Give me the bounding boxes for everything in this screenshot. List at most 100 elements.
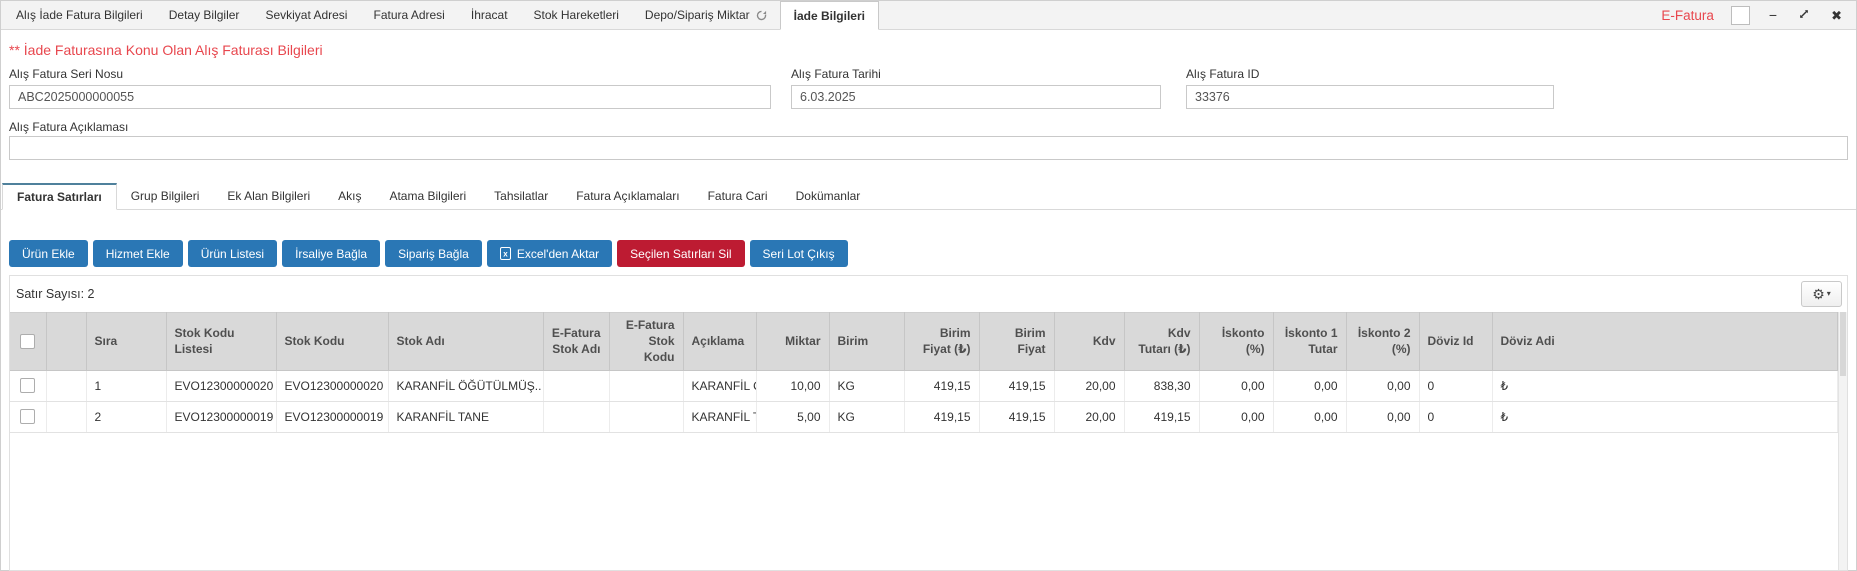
button-label: Excel'den Aktar [517,247,599,261]
invoice-lines-table: SıraStok Kodu ListesiStok KoduStok AdıE-… [10,312,1838,433]
cell-doviz-id: 0 [1419,401,1492,432]
tab-sevkiyat-adresi[interactable]: Sevkiyat Adresi [252,1,360,29]
grid-topstrip: Satır Sayısı: 2 ⚙ ▾ [10,276,1847,312]
cell-iskonto-yuzde: 0,00 [1199,370,1273,401]
titlebar-checkbox[interactable] [1731,6,1750,25]
cell-stok-adi: KARANFİL TANE [388,401,543,432]
cell-efatura-stok-kodu [609,401,683,432]
excelden-aktar-button[interactable]: xExcel'den Aktar [487,240,612,267]
cell-iskonto-1-tutar: 0,00 [1273,401,1346,432]
aciklama-input[interactable] [9,136,1848,160]
vertical-scrollbar[interactable] [1838,312,1847,570]
cell-sira: 1 [86,370,166,401]
cell-iskonto-2-yuzde: 0,00 [1346,401,1419,432]
secilen-satirlari-sil-button[interactable]: Seçilen Satırları Sil [617,240,744,267]
tab-fatura-aciklamalari[interactable]: Fatura Açıklamaları [562,183,693,209]
tab-detay-bilgiler[interactable]: Detay Bilgiler [156,1,253,29]
button-label: Ürün Listesi [201,247,264,261]
tab-label: Stok Hareketleri [534,8,619,22]
field-seri-nosu: Alış Fatura Seri Nosu [9,67,771,109]
minimize-button[interactable]: − [1767,8,1779,22]
column-header-birim-fiyat-tl[interactable]: Birim Fiyat (₺) [904,313,979,371]
refresh-icon [756,10,767,21]
tab-iade-bilgileri[interactable]: İade Bilgileri [780,1,879,30]
cell-birim-fiyat-tl: 419,15 [904,370,979,401]
urun-listesi-button[interactable]: Ürün Listesi [188,240,277,267]
scrollbar-thumb[interactable] [1840,312,1846,376]
tab-label: İhracat [471,8,508,22]
column-header-stok-kodu[interactable]: Stok Kodu [276,313,388,371]
cell-birim-fiyat-tl: 419,15 [904,401,979,432]
table-row[interactable]: 2EVO12300000019EVO12300000019KARANFİL TA… [10,401,1838,432]
seri-nosu-input[interactable] [9,85,771,109]
tab-ihracat[interactable]: İhracat [458,1,521,29]
hizmet-ekle-button[interactable]: Hizmet Ekle [93,240,183,267]
cell-efatura-stok-kodu [609,370,683,401]
column-header-sira[interactable]: Sıra [86,313,166,371]
tab-tahsilatlar[interactable]: Tahsilatlar [480,183,562,209]
tab-atama-bilgileri[interactable]: Atama Bilgileri [375,183,480,209]
select-all-checkbox[interactable] [20,334,35,349]
tab-akis[interactable]: Akış [324,183,375,209]
tab-dokumanlar[interactable]: Dokümanlar [782,183,875,209]
row-count-label: Satır Sayısı: 2 [16,287,95,301]
tab-fatura-cari[interactable]: Fatura Cari [694,183,782,209]
tab-label: Fatura Adresi [373,8,444,22]
tab-stok-hareketleri[interactable]: Stok Hareketleri [521,1,632,29]
grid-settings-button[interactable]: ⚙ ▾ [1801,281,1842,307]
cell-iskonto-1-tutar: 0,00 [1273,370,1346,401]
top-tabs-container: Alış İade Fatura Bilgileri Detay Bilgiler… [3,1,879,29]
column-header-birim[interactable]: Birim [829,313,904,371]
cell-birim: KG [829,370,904,401]
cell-birim: KG [829,401,904,432]
row-select-checkbox[interactable] [20,409,35,424]
maximize-button[interactable] [1796,8,1812,22]
column-header-stok-adi[interactable]: Stok Adı [388,313,543,371]
column-header-doviz-adi[interactable]: Döviz Adi [1492,313,1838,371]
seri-nosu-label: Alış Fatura Seri Nosu [9,67,771,81]
cell-birim-fiyat: 419,15 [979,370,1054,401]
tab-depo-siparis-miktar[interactable]: Depo/Sipariş Miktar [632,1,780,29]
column-header-birim-fiyat[interactable]: Birim Fiyat [979,313,1054,371]
field-fatura-id: Alış Fatura ID [1186,67,1554,109]
table-row[interactable]: 1EVO12300000020EVO12300000020KARANFİL ÖĞ… [10,370,1838,401]
cell-select[interactable] [10,370,46,401]
irsaliye-bagla-button[interactable]: İrsaliye Bağla [282,240,380,267]
fatura-id-input[interactable] [1186,85,1554,109]
tab-label: Detay Bilgiler [169,8,240,22]
column-header-miktar[interactable]: Miktar [756,313,829,371]
diagonal-resize-icon [1798,8,1810,20]
column-header-iskonto-2-yuzde[interactable]: İskonto 2 (%) [1346,313,1419,371]
urun-ekle-button[interactable]: Ürün Ekle [9,240,88,267]
tab-ek-alan-bilgileri[interactable]: Ek Alan Bilgileri [213,183,324,209]
seri-lot-cikis-button[interactable]: Seri Lot Çıkış [750,240,848,267]
tab-grup-bilgileri[interactable]: Grup Bilgileri [117,183,214,209]
column-header-doviz-id[interactable]: Döviz Id [1419,313,1492,371]
button-label: İrsaliye Bağla [295,247,367,261]
cell-kdv-tutari-tl: 419,15 [1124,401,1199,432]
tab-alis-iade-fatura-bilgileri[interactable]: Alış İade Fatura Bilgileri [3,1,156,29]
tab-fatura-adresi[interactable]: Fatura Adresi [360,1,457,29]
column-header-aciklama[interactable]: Açıklama [683,313,756,371]
column-header-efatura-stok-adi[interactable]: E-Fatura Stok Adı [543,313,609,371]
tab-label: İade Bilgileri [794,9,865,23]
cell-kdv: 20,00 [1054,370,1124,401]
column-header-kdv-tutari-tl[interactable]: Kdv Tutarı (₺) [1124,313,1199,371]
column-header-kdv[interactable]: Kdv [1054,313,1124,371]
cell-spacer [46,370,86,401]
column-header-efatura-stok-kodu[interactable]: E-Fatura Stok Kodu [609,313,683,371]
tab-fatura-satirlari[interactable]: Fatura Satırları [2,183,117,210]
cell-efatura-stok-adi [543,370,609,401]
siparis-bagla-button[interactable]: Sipariş Bağla [385,240,482,267]
fatura-tarihi-input[interactable] [791,85,1161,109]
cell-select[interactable] [10,401,46,432]
cell-aciklama: KARANFİL ÖĞÜT [683,370,756,401]
column-header-stok-kodu-listesi[interactable]: Stok Kodu Listesi [166,313,276,371]
gear-icon: ⚙ [1812,287,1825,301]
cell-doviz-id: 0 [1419,370,1492,401]
tab-label: Depo/Sipariş Miktar [645,8,750,22]
close-button[interactable]: ✖ [1829,9,1844,22]
column-header-iskonto-yuzde[interactable]: İskonto (%) [1199,313,1273,371]
row-select-checkbox[interactable] [20,378,35,393]
column-header-iskonto-1-tutar[interactable]: İskonto 1 Tutar [1273,313,1346,371]
